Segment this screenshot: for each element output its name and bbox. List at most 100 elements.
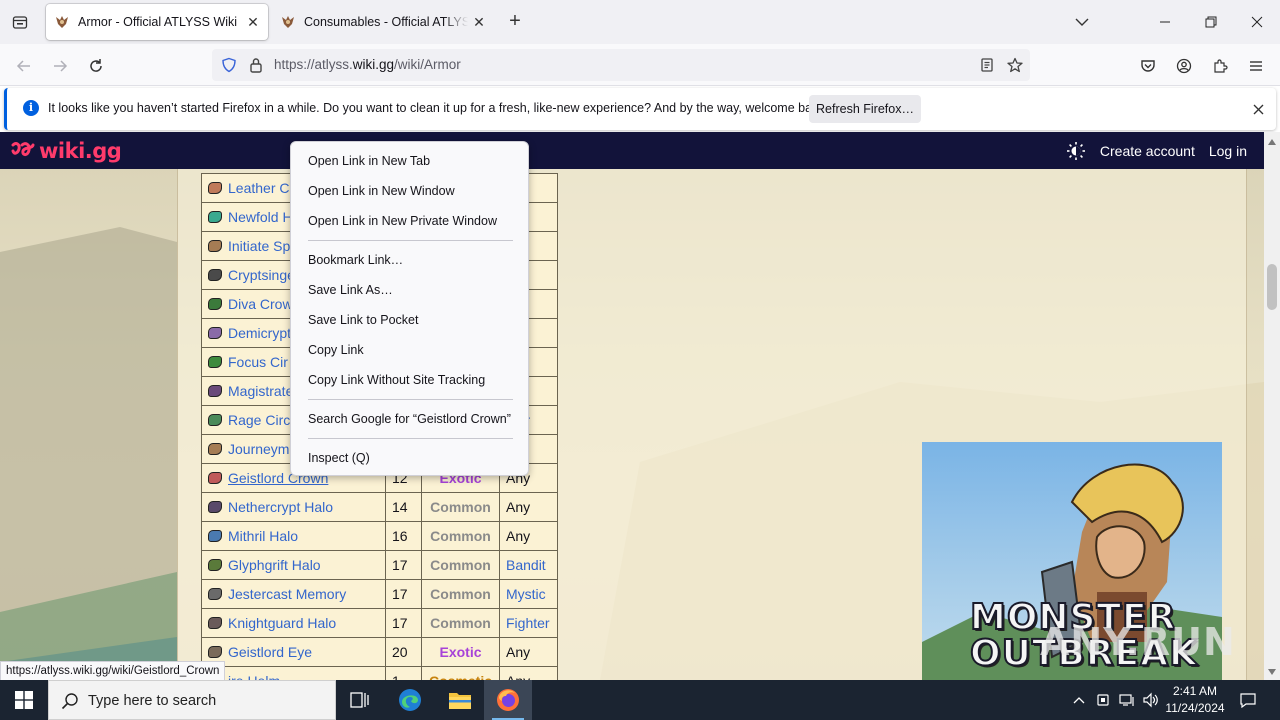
tab-strip: Armor - Official ATLYSS Wiki ✕ Consumabl… bbox=[0, 0, 1280, 44]
item-link[interactable]: Glyphgrift Halo bbox=[228, 557, 321, 573]
reader-view-icon[interactable] bbox=[978, 56, 996, 74]
show-hidden-icons-chevron-icon[interactable] bbox=[1068, 680, 1090, 720]
firefox-view-icon[interactable] bbox=[8, 10, 32, 34]
tab-consumables[interactable]: Consumables - Official ATLYSS Wiki ✕ bbox=[272, 4, 494, 40]
taskbar-clock[interactable]: 2:41 AM 11/24/2024 bbox=[1160, 683, 1230, 717]
ctx-copy-clean-link[interactable]: Copy Link Without Site Tracking bbox=[291, 365, 528, 395]
link-context-menu: Open Link in New Tab Open Link in New Wi… bbox=[290, 141, 529, 476]
item-link[interactable]: Initiate Sp bbox=[228, 238, 290, 254]
item-link[interactable]: ire Helm bbox=[228, 673, 280, 680]
item-class-link[interactable]: Bandit bbox=[506, 557, 546, 573]
tab-title: Consumables - Official ATLYSS Wiki bbox=[304, 15, 468, 29]
item-level-cell: 16 bbox=[385, 521, 422, 551]
item-class-link[interactable]: Mystic bbox=[506, 586, 546, 602]
page-scrollbar[interactable] bbox=[1264, 132, 1280, 680]
scrollbar-thumb[interactable] bbox=[1267, 264, 1277, 310]
item-icon bbox=[208, 211, 222, 223]
ctx-open-private-window[interactable]: Open Link in New Private Window bbox=[291, 206, 528, 236]
item-link[interactable]: Mithril Halo bbox=[228, 528, 298, 544]
create-account-link[interactable]: Create account bbox=[1100, 143, 1195, 159]
scroll-up-arrow-icon[interactable] bbox=[1268, 138, 1276, 146]
item-class-link[interactable]: Fighter bbox=[506, 615, 550, 631]
item-link[interactable]: Cryptsinge bbox=[228, 267, 295, 283]
back-arrow-icon[interactable] bbox=[10, 52, 38, 80]
web-page: wiki.gg Create account Log in Leather C N… bbox=[0, 132, 1264, 680]
item-link[interactable]: Knightguard Halo bbox=[228, 615, 336, 631]
app-menu-hamburger-icon[interactable] bbox=[1242, 52, 1270, 80]
item-class-cell: Mystic bbox=[499, 579, 558, 609]
ctx-open-new-tab[interactable]: Open Link in New Tab bbox=[291, 146, 528, 176]
item-name-cell: Knightguard Halo bbox=[201, 608, 386, 638]
item-rarity-cell: Common bbox=[421, 492, 500, 522]
new-tab-button[interactable]: + bbox=[503, 10, 527, 34]
menu-separator bbox=[308, 240, 513, 241]
item-link[interactable]: Magistrate bbox=[228, 383, 293, 399]
minimize-button[interactable] bbox=[1142, 0, 1188, 44]
tab-title: Armor - Official ATLYSS Wiki bbox=[78, 15, 238, 29]
search-placeholder: Type here to search bbox=[88, 693, 217, 709]
table-row: Mithril Halo 16 Common Any bbox=[201, 521, 558, 551]
bookmark-star-icon[interactable] bbox=[1006, 56, 1024, 74]
theme-toggle-icon[interactable] bbox=[1066, 141, 1086, 161]
item-link[interactable]: Journeym bbox=[228, 441, 289, 457]
item-link[interactable]: Newfold H bbox=[228, 209, 293, 225]
ctx-save-link-as[interactable]: Save Link As… bbox=[291, 275, 528, 305]
item-link[interactable]: Demicrypt bbox=[228, 325, 291, 341]
item-link[interactable]: Diva Crow bbox=[228, 296, 293, 312]
close-window-button[interactable] bbox=[1234, 0, 1280, 44]
windows-start-icon[interactable] bbox=[0, 680, 48, 720]
url-bar[interactable]: https://atlyss.wiki.gg/wiki/Armor bbox=[212, 49, 1030, 81]
pocket-icon[interactable] bbox=[1134, 52, 1162, 80]
taskbar-search-box[interactable]: Type here to search bbox=[48, 680, 336, 720]
log-in-link[interactable]: Log in bbox=[1209, 143, 1247, 159]
ctx-inspect[interactable]: Inspect (Q) bbox=[291, 443, 528, 473]
item-icon bbox=[208, 617, 222, 629]
forward-arrow-icon[interactable] bbox=[46, 52, 74, 80]
item-rarity-cell: Common bbox=[421, 521, 500, 551]
ctx-bookmark-link[interactable]: Bookmark Link… bbox=[291, 245, 528, 275]
item-rarity-cell: Common bbox=[421, 550, 500, 580]
item-link[interactable]: Focus Cir bbox=[228, 354, 288, 370]
ctx-copy-link[interactable]: Copy Link bbox=[291, 335, 528, 365]
device-icon[interactable] bbox=[1092, 680, 1114, 720]
wiki-gg-logo[interactable]: wiki.gg bbox=[10, 138, 122, 164]
network-icon[interactable] bbox=[1116, 680, 1138, 720]
item-class-cell: Fighter bbox=[499, 608, 558, 638]
account-icon[interactable] bbox=[1170, 52, 1198, 80]
item-link[interactable]: Geistlord Eye bbox=[228, 644, 312, 660]
item-icon bbox=[208, 588, 222, 600]
tracking-protection-shield-icon[interactable] bbox=[220, 56, 238, 74]
item-class-link: Any bbox=[506, 499, 531, 515]
refresh-firefox-button[interactable]: Refresh Firefox… bbox=[809, 95, 921, 123]
ctx-search-google[interactable]: Search Google for “Geistlord Crown” bbox=[291, 404, 528, 434]
tab-armor[interactable]: Armor - Official ATLYSS Wiki ✕ bbox=[46, 4, 268, 40]
item-link[interactable]: Rage Circ bbox=[228, 412, 290, 428]
task-view-icon[interactable] bbox=[336, 680, 384, 720]
notifications-icon[interactable] bbox=[1236, 680, 1260, 720]
close-tab-icon[interactable]: ✕ bbox=[242, 11, 264, 33]
close-tab-icon[interactable]: ✕ bbox=[468, 11, 490, 33]
item-class-cell: Any bbox=[499, 666, 558, 680]
item-link[interactable]: Nethercrypt Halo bbox=[228, 499, 333, 515]
lock-icon[interactable] bbox=[247, 56, 265, 74]
table-row: Glyphgrift Halo 17 Common Bandit bbox=[201, 550, 558, 580]
file-explorer-icon[interactable] bbox=[436, 680, 484, 720]
item-rarity-cell: Common bbox=[421, 579, 500, 609]
item-icon bbox=[208, 269, 222, 281]
restore-button[interactable] bbox=[1188, 0, 1234, 44]
firefox-taskbar-icon[interactable] bbox=[484, 680, 532, 720]
item-link[interactable]: Jestercast Memory bbox=[228, 586, 346, 602]
ctx-save-to-pocket[interactable]: Save Link to Pocket bbox=[291, 305, 528, 335]
scroll-down-arrow-icon[interactable] bbox=[1268, 668, 1276, 676]
item-name-cell: Glyphgrift Halo bbox=[201, 550, 386, 580]
item-icon bbox=[208, 501, 222, 513]
edge-browser-icon[interactable] bbox=[386, 680, 434, 720]
item-link[interactable]: Leather C bbox=[228, 180, 289, 196]
list-all-tabs-chevron-icon[interactable] bbox=[1071, 11, 1093, 33]
volume-icon[interactable] bbox=[1140, 680, 1162, 720]
url-text[interactable]: https://atlyss.wiki.gg/wiki/Armor bbox=[274, 57, 461, 72]
reload-icon[interactable] bbox=[82, 52, 110, 80]
close-icon[interactable] bbox=[1247, 98, 1269, 120]
ctx-open-new-window[interactable]: Open Link in New Window bbox=[291, 176, 528, 206]
extensions-icon[interactable] bbox=[1206, 52, 1234, 80]
